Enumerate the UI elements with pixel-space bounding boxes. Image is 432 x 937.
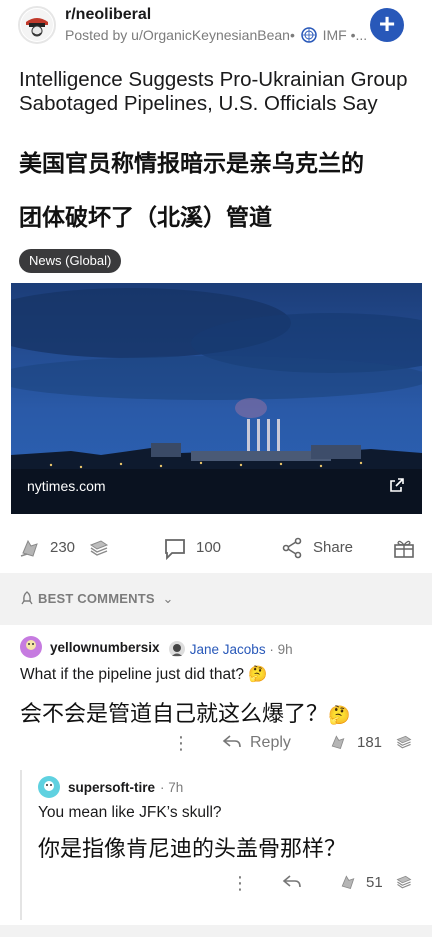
more-options-icon[interactable]: ⋮ [172, 733, 190, 754]
comment-icon[interactable] [163, 537, 187, 561]
post-title-translation: 美国官员称情报暗示是亲乌克兰的 团体破坏了（北溪）管道 [19, 150, 419, 258]
reply-button[interactable]: Reply [250, 734, 291, 752]
avatar[interactable] [20, 636, 42, 658]
post-flair-badge[interactable]: News (Global) [19, 249, 122, 273]
post-action-bar: 230 100 Share [0, 530, 432, 566]
thinking-emoji-icon: 🤔 [328, 705, 351, 725]
comment-translation: 你是指像肯尼迪的头盖骨那样？ [38, 836, 347, 861]
comment-vote-count: 51 [366, 874, 383, 891]
imf-flair-icon [300, 27, 317, 43]
share-icon[interactable] [281, 537, 303, 559]
rocket-icon [21, 591, 33, 605]
downvote-icon[interactable] [88, 537, 110, 559]
upvote-icon[interactable] [338, 873, 358, 891]
comment-vote-count: 181 [357, 734, 383, 751]
thinking-emoji-icon: 🤔 [248, 666, 268, 683]
post-header: r/neoliberal Posted by u/OrganicKeynesia… [0, 0, 432, 60]
comment-username[interactable]: yellownumbersix [50, 640, 160, 655]
posted-by-user[interactable]: Posted by u/OrganicKeynesianBean [65, 27, 290, 43]
bottom-divider [0, 925, 432, 937]
downvote-icon[interactable] [395, 873, 413, 891]
subreddit-avatar[interactable] [18, 6, 56, 44]
comment-body: You mean like JFK’s skull? [38, 804, 222, 821]
avatar[interactable] [38, 776, 60, 798]
external-link-icon[interactable] [390, 478, 404, 492]
thread-line[interactable] [20, 770, 22, 920]
award-icon[interactable] [393, 537, 415, 559]
separator-dot: • [289, 27, 295, 43]
jane-jacobs-flair-icon [169, 641, 185, 657]
posted-by: Posted by u/OrganicKeynesianBean• IMF •.… [65, 27, 368, 43]
comment-meta: · 7h [160, 780, 184, 795]
comment-translation: 会不会是管道自己就这么爆了？🤔 [20, 701, 351, 726]
more-options-icon[interactable]: ⋮ [231, 873, 249, 894]
user-flair-text: IMF [322, 27, 347, 43]
subreddit-name[interactable]: r/neoliberal [65, 6, 151, 24]
comment-sort-selector[interactable]: BEST COMMENTS ⌄ [20, 591, 174, 607]
reply-icon[interactable] [282, 873, 302, 891]
comment-sort-label: BEST COMMENTS [38, 591, 155, 606]
chevron-down-icon: ⌄ [162, 591, 174, 606]
comment-age: 7h [168, 780, 184, 795]
user-flair-text: Jane Jacobs [189, 642, 266, 657]
comment-count[interactable]: 100 [196, 539, 221, 556]
translation-line-1: 美国官员称情报暗示是亲乌克兰的 [19, 150, 364, 176]
link-preview-image[interactable]: nytimes.com [11, 283, 422, 514]
join-subreddit-button[interactable]: + [370, 8, 404, 42]
upvote-icon[interactable] [19, 537, 41, 559]
reply-icon[interactable] [222, 733, 242, 751]
comment-age: 9h [277, 642, 293, 657]
post-title[interactable]: Intelligence Suggests Pro-Ukrainian Grou… [19, 68, 419, 116]
comment-username[interactable]: supersoft-tire [68, 780, 155, 795]
comment-body: What if the pipeline just did that? 🤔 [20, 666, 268, 683]
post-vote-count: 230 [50, 539, 76, 556]
link-domain[interactable]: nytimes.com [27, 478, 106, 494]
share-label[interactable]: Share [313, 539, 353, 556]
downvote-icon[interactable] [395, 733, 413, 751]
comment-meta: Jane Jacobs · 9h [168, 640, 293, 658]
upvote-icon[interactable] [328, 733, 348, 751]
